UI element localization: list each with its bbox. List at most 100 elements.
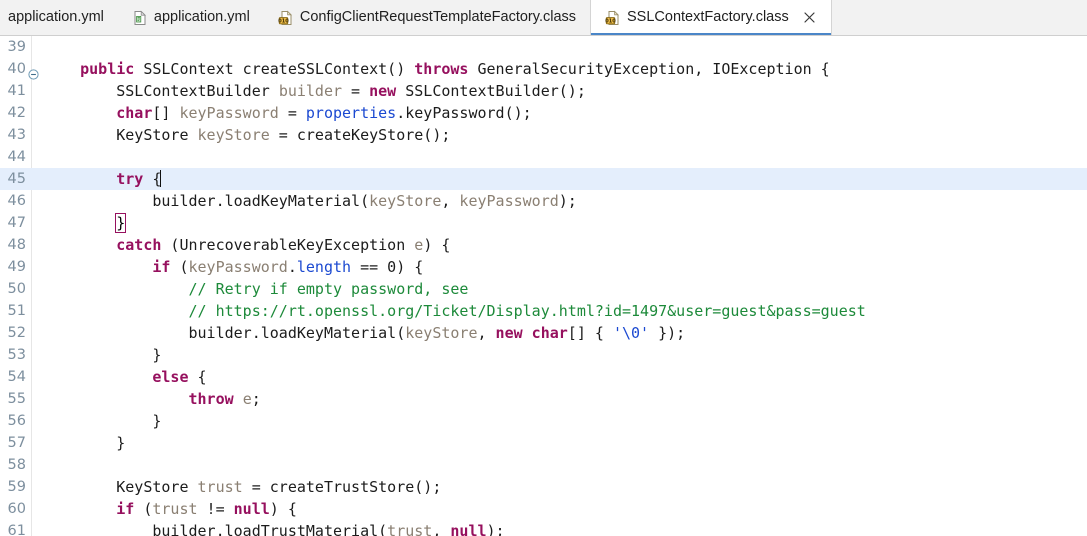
svg-text:010: 010 [605,18,616,24]
code-line[interactable]: 43 KeyStore keyStore = createKeyStore(); [0,124,1087,146]
line-number: 57 [7,435,26,451]
code-token: // Retry if empty password, see [188,280,469,298]
text-cursor [160,170,162,187]
editor-tab-3[interactable]: 010 ConfigClientRequestTemplateFactory.cl… [263,0,591,35]
code-token: SSLContext [143,60,234,78]
code-token: keyStore [405,324,478,342]
code-line-text: } [44,212,127,234]
code-line[interactable]: 60 if (trust != null) { [0,498,1087,520]
code-token: = [342,82,370,100]
code-line[interactable]: 39 [0,36,1087,58]
line-number: 48 [7,237,26,253]
line-number: 45 [7,171,26,187]
code-token: [] [152,104,180,122]
code-line[interactable]: 46 builder.loadKeyMaterial(keyStore, key… [0,190,1087,212]
code-line[interactable]: 52 builder.loadKeyMaterial(keyStore, new… [0,322,1087,344]
code-line-text: catch (UnrecoverableKeyException e) { [44,234,450,256]
code-token: SSLContextBuilder(); [396,82,586,100]
line-number: 52 [7,325,26,341]
line-number: 58 [7,457,26,473]
code-line-text: } [44,432,125,454]
editor-tab-4[interactable]: 010 SSLContextFactory.class [590,0,832,35]
line-number: 53 [7,347,26,363]
code-token: else [152,368,189,386]
code-token: == 0) { [351,258,424,276]
code-line-text: // Retry if empty password, see [44,278,469,300]
code-line[interactable]: 51 // https://rt.openssl.org/Ticket/Disp… [0,300,1087,322]
line-number: 50 [7,281,26,297]
code-line[interactable]: 44 [0,146,1087,168]
code-line-text: else { [44,366,207,388]
code-line[interactable]: 53 } [0,344,1087,366]
code-line[interactable]: 48 catch (UnrecoverableKeyException e) { [0,234,1087,256]
code-area[interactable]: 39 40 public SSLContext createSSLContext(… [0,36,1087,536]
tab-label: ConfigClientRequestTemplateFactory.class [299,9,577,26]
code-token: catch [116,236,162,254]
code-line-text: KeyStore trust = createTrustStore(); [44,476,441,498]
code-token: try [116,170,144,188]
fold-collapse-icon[interactable] [28,64,39,80]
code-editor[interactable]: 39 40 public SSLContext createSSLContext(… [0,36,1087,536]
code-token: } [44,412,162,430]
code-token: SSLContextBuilder [44,82,279,100]
code-token: builder.loadKeyMaterial( [44,192,370,210]
code-token: '\0' [612,324,650,342]
code-line-current[interactable]: 45 try { [0,168,1087,190]
code-token: , [441,192,460,210]
code-token: ); [486,522,505,536]
code-token: KeyStore [44,478,198,496]
code-token: . [287,258,297,276]
code-token: ) { [269,500,297,518]
close-icon[interactable] [803,11,817,25]
code-line[interactable]: 58 [0,454,1087,476]
code-line[interactable]: 42 char[] keyPassword = properties.keyPa… [0,102,1087,124]
code-line-text: throw e; [44,388,261,410]
code-line-text: builder.loadKeyMaterial(keyStore, keyPas… [44,190,576,212]
code-line[interactable]: 54 else { [0,366,1087,388]
line-number: 46 [7,193,26,209]
code-line[interactable]: 41 SSLContextBuilder builder = new SSLCo… [0,80,1087,102]
code-line[interactable]: 61 builder.loadTrustMaterial(trust, null… [0,520,1087,536]
code-token: if [116,500,135,518]
tab-label: SSLContextFactory.class [627,9,789,26]
code-token: { [188,368,207,386]
code-line[interactable]: 59 KeyStore trust = createTrustStore(); [0,476,1087,498]
code-line-text: public SSLContext createSSLContext() thr… [44,58,830,80]
line-number: 44 [7,149,26,165]
code-line[interactable]: 40 public SSLContext createSSLContext() … [0,58,1087,80]
editor-window: application.yml application.yml 010 ConfigC… [0,0,1087,536]
code-token: null [450,522,487,536]
code-token: ; [251,390,261,408]
code-line[interactable]: 56 } [0,410,1087,432]
code-token: .keyPassword(); [396,104,532,122]
code-token: = createTrustStore(); [242,478,442,496]
code-line[interactable]: 49 if (keyPassword.length == 0) { [0,256,1087,278]
code-token: trust [197,478,243,496]
code-token: != [197,500,234,518]
code-token: = [278,104,306,122]
code-line[interactable]: 57 } [0,432,1087,454]
code-token: } [44,434,126,452]
code-line[interactable]: 47 } [0,212,1087,234]
editor-tab-1[interactable]: application.yml [0,0,118,35]
line-number: 49 [7,259,26,275]
code-token: { [143,170,162,188]
class-file-icon: 010 [278,10,294,26]
code-token: keyStore [197,126,270,144]
code-token: new [369,82,397,100]
code-line[interactable]: 55 throw e; [0,388,1087,410]
editor-tab-2[interactable]: application.yml [117,0,264,35]
tab-label: application.yml [153,9,250,26]
code-token: } [44,346,162,364]
code-token: keyPassword [188,258,288,276]
code-line[interactable]: 50 // Retry if empty password, see [0,278,1087,300]
line-number: 59 [7,479,26,495]
